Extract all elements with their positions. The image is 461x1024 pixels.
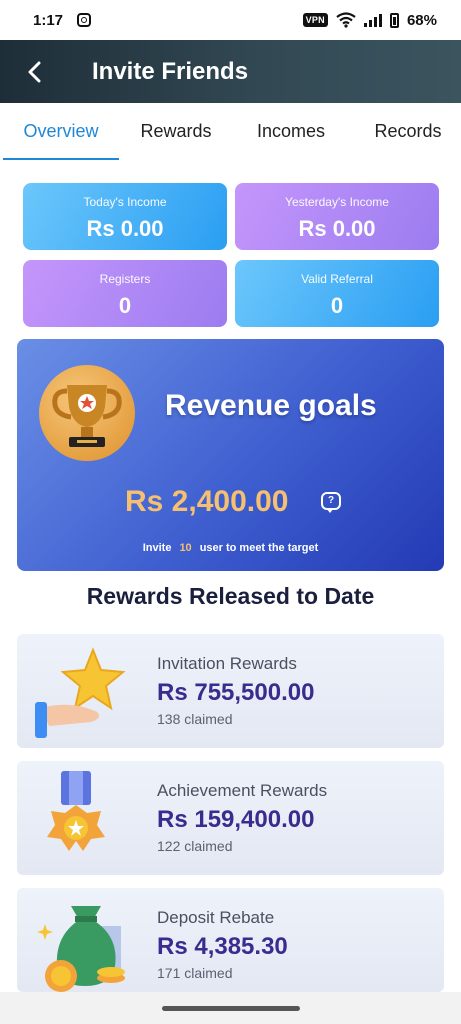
reward-amount: Rs 755,500.00 (157, 679, 315, 706)
battery-percent: 68% (406, 11, 437, 29)
revenue-goals-amount: Rs 2,400.00 (125, 485, 289, 518)
reward-name: Invitation Rewards (157, 654, 297, 673)
signal-icon (363, 13, 382, 27)
wifi-icon (336, 12, 356, 28)
back-button[interactable] (26, 40, 76, 103)
today-income-value: Rs 0.00 (86, 216, 164, 241)
reward-amount: Rs 4,385.30 (157, 933, 288, 960)
star-hand-icon (35, 647, 126, 738)
yesterday-income-value: Rs 0.00 (298, 216, 376, 241)
today-income-card: Today's Income Rs 0.00 (23, 183, 227, 250)
tab-records[interactable]: Records (364, 103, 452, 160)
home-gesture-handle[interactable] (162, 1006, 300, 1011)
reward-claimed: 138 claimed (157, 711, 233, 727)
page-title: Invite Friends (92, 57, 249, 85)
registers-card: Registers 0 (23, 260, 227, 327)
valid-referral-label: Valid Referral (301, 272, 373, 286)
reward-card-achievement[interactable]: Achievement Rewards Rs 159,400.00 122 cl… (17, 761, 444, 875)
revenue-goals-card: Revenue goals Rs 2,400.00 ? Invite 10 user… (17, 339, 444, 571)
system-nav-bar (0, 992, 461, 1024)
reward-card-invitation[interactable]: Invitation Rewards Rs 755,500.00 138 cla… (17, 634, 444, 748)
tab-incomes[interactable]: Incomes (246, 103, 336, 160)
reward-name: Deposit Rebate (157, 908, 275, 927)
reward-claimed: 122 claimed (157, 838, 233, 854)
note-count: 10 (179, 542, 192, 554)
status-bar: 1:17 VPN 68% (0, 0, 461, 40)
today-income-label: Today's Income (83, 195, 167, 209)
revenue-goals-title: Revenue goals (165, 389, 377, 422)
tab-bar: Overview Rewards Incomes Records (0, 103, 461, 160)
status-time: 1:17 (33, 11, 64, 29)
chevron-left-icon (28, 61, 41, 82)
help-icon[interactable]: ? (321, 492, 341, 513)
tab-overview[interactable]: Overview (3, 103, 119, 160)
trophy-icon (39, 365, 135, 461)
yesterday-income-card: Yesterday's Income Rs 0.00 (235, 183, 439, 250)
note-suffix: user to meet the target (199, 542, 319, 554)
instagram-icon (77, 13, 92, 27)
battery-icon (389, 12, 399, 28)
tab-rewards[interactable]: Rewards (130, 103, 222, 160)
note-prefix: Invite (142, 542, 172, 554)
yesterday-income-label: Yesterday's Income (285, 195, 389, 209)
reward-amount: Rs 159,400.00 (157, 806, 315, 833)
registers-value: 0 (118, 293, 132, 318)
medal-icon (47, 771, 105, 851)
reward-claimed: 171 claimed (157, 965, 233, 981)
vpn-icon: VPN (302, 13, 328, 27)
revenue-goals-note: Invite 10 user to meet the target (17, 542, 444, 554)
reward-card-deposit-rebate[interactable]: Deposit Rebate Rs 4,385.30 171 claimed (17, 888, 444, 992)
rewards-section-title: Rewards Released to Date (86, 583, 375, 609)
status-icons: VPN 68% (302, 11, 437, 29)
app-header: Invite Friends (0, 40, 461, 103)
reward-name: Achievement Rewards (157, 781, 328, 800)
valid-referral-card: Valid Referral 0 (235, 260, 439, 327)
registers-label: Registers (99, 272, 151, 286)
valid-referral-value: 0 (330, 293, 344, 318)
money-bag-icon (37, 906, 125, 992)
